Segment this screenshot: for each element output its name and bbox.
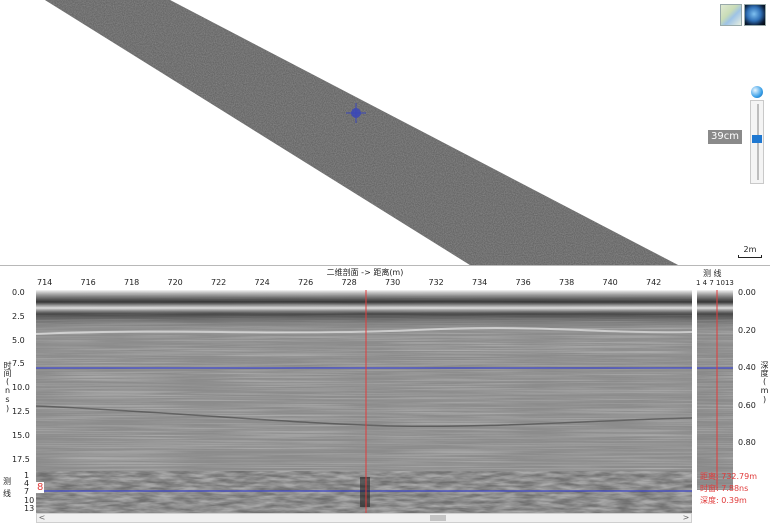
depth-tick-label: 0.80 — [738, 438, 756, 447]
zoom-handle-icon[interactable] — [751, 86, 763, 98]
scale-label: 2m — [743, 245, 757, 254]
map-view[interactable]: 39cm 2m — [0, 0, 770, 266]
y-tick-label: 17.5 — [12, 454, 30, 464]
x-tick-label: 738 — [559, 278, 575, 287]
scroll-left-icon[interactable]: < — [37, 514, 47, 522]
survey-line-track[interactable] — [36, 471, 692, 513]
map-thumbnail-icon[interactable] — [720, 4, 742, 26]
y-tick-label: 2.5 — [12, 311, 25, 321]
time-window-readout: 时窗: 7.88ns — [700, 484, 749, 493]
depth-tick-label: 0.60 — [738, 400, 756, 410]
x-tick-label: 718 — [124, 278, 140, 287]
x-tick-label: 732 — [428, 278, 444, 287]
x-tick-label: 734 — [472, 278, 488, 287]
track-label: 测线 — [3, 476, 17, 500]
zoom-slider[interactable] — [748, 86, 766, 188]
map-thumbnails — [720, 4, 766, 26]
zoom-thumb[interactable] — [752, 135, 762, 143]
scroll-thumb[interactable] — [430, 515, 446, 521]
x-tick-label: 720 — [167, 278, 183, 287]
globe-icon[interactable] — [744, 4, 766, 26]
x-tick-label: 736 — [515, 278, 531, 287]
y-tick-label: 7.5 — [12, 359, 25, 369]
scroll-right-icon[interactable]: > — [681, 514, 691, 522]
survey-strip — [45, 0, 678, 265]
scale-bar: 2m — [738, 245, 762, 258]
depth-tick-label: 0.20 — [738, 325, 756, 335]
x-axis-title: 二维剖面 -> 距离(m) — [326, 268, 404, 277]
profile-panel: 二维剖面 -> 距离(m) 714 716 718 720 722 724 726 728 73… — [0, 266, 770, 526]
x-tick-label: 728 — [341, 278, 357, 287]
y-tick-label: 5.0 — [12, 335, 25, 345]
depth-tick-label: 0.40 — [738, 363, 756, 372]
x-tick-label: 714 — [37, 278, 53, 287]
x-tick-label: 730 — [385, 278, 401, 287]
horizontal-scrollbar[interactable]: < > — [36, 513, 692, 523]
depth-readout: 深度: 0.39m — [700, 496, 747, 505]
depth-tick-label: 0.00 — [738, 288, 756, 297]
zoom-level-label: 39cm — [708, 130, 742, 144]
zoom-track[interactable] — [750, 100, 764, 184]
depth-axis-title: 深度(m) — [760, 361, 769, 404]
x-tick-label: 724 — [254, 278, 270, 287]
y-tick-label: 0.0 — [12, 288, 25, 297]
x-tick-label: 742 — [646, 278, 662, 287]
lines-ticks: 1 4 7 1013 — [696, 279, 734, 287]
y-tick-label: 12.5 — [12, 407, 30, 416]
cursor-readouts: 距离: 732.79m 时窗: 7.88ns 深度: 0.39m — [700, 471, 770, 507]
track-tick-label: 13 — [24, 503, 35, 513]
x-tick-label: 722 — [211, 278, 227, 287]
current-line-number: 8 — [36, 482, 45, 493]
y-tick-label: 10.0 — [12, 383, 30, 393]
lines-title: 测 线 — [703, 269, 722, 278]
track-label-text: 测线 — [3, 477, 11, 498]
x-tick-label: 740 — [602, 278, 618, 287]
lines-radargram[interactable] — [697, 290, 733, 490]
distance-readout: 距离: 732.79m — [700, 472, 758, 481]
y-tick-label: 15.0 — [12, 430, 30, 440]
scale-bar-line — [738, 255, 762, 258]
x-tick-label: 726 — [298, 278, 314, 287]
x-tick-label: 716 — [80, 278, 96, 287]
radargram-canvas[interactable] — [36, 290, 692, 490]
